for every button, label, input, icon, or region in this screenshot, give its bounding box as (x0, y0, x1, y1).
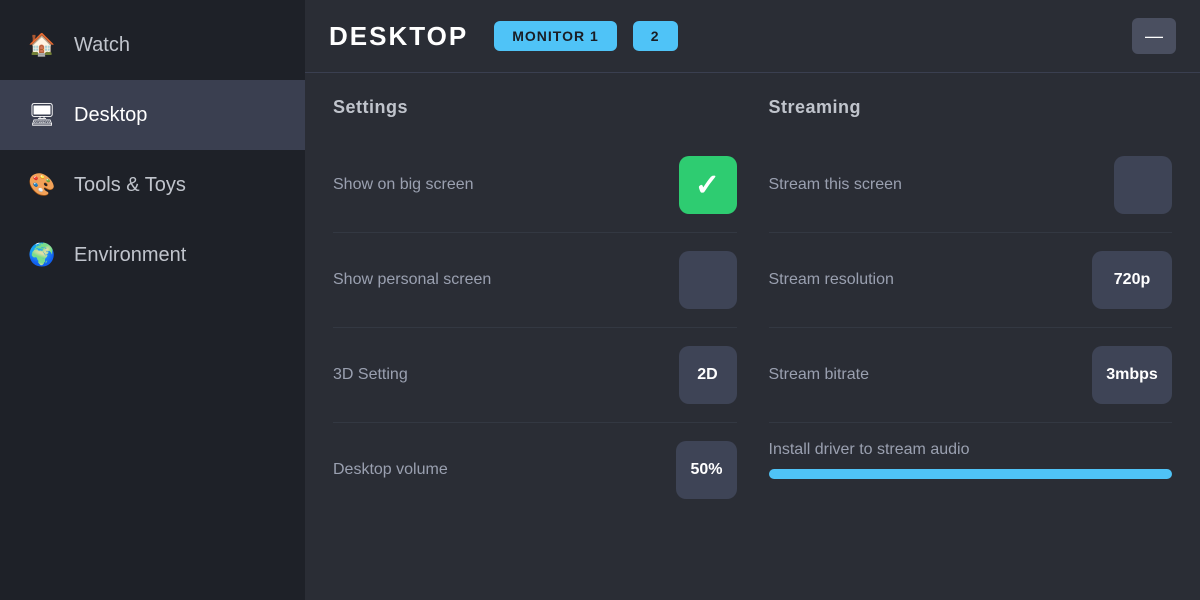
globe-icon: 🌍 (28, 242, 56, 268)
show-big-screen-checkbox[interactable]: ✓ (679, 156, 737, 214)
checkmark-icon: ✓ (695, 168, 720, 203)
sidebar-label-tools: Tools & Toys (74, 174, 186, 197)
stream-resolution-row: Stream resolution 720p (769, 233, 1173, 328)
show-personal-screen-checkbox[interactable] (679, 251, 737, 309)
stream-bitrate-value[interactable]: 3mbps (1092, 346, 1172, 404)
stream-this-screen-row: Stream this screen (769, 138, 1173, 233)
sidebar-label-desktop: Desktop (74, 104, 147, 127)
3d-setting-row: 3D Setting 2D (333, 328, 737, 423)
page-title: DESKTOP (329, 21, 468, 52)
sidebar: 🏠 Watch 🖥 Desktop 🎨 Tools & Toys 🌍 Envir… (0, 0, 305, 600)
desktop-icon: 🖥 (28, 102, 56, 128)
header: DESKTOP MONITOR 1 2 — (305, 0, 1200, 73)
settings-title: Settings (333, 97, 737, 118)
home-icon: 🏠 (28, 32, 56, 58)
minimize-button[interactable]: — (1132, 18, 1176, 54)
stream-resolution-label: Stream resolution (769, 271, 894, 289)
monitor2-button[interactable]: 2 (633, 21, 678, 51)
content-area: Settings Show on big screen ✓ Show perso… (305, 73, 1200, 600)
show-personal-screen-label: Show personal screen (333, 271, 491, 289)
sidebar-item-watch[interactable]: 🏠 Watch (0, 10, 305, 80)
desktop-volume-label: Desktop volume (333, 461, 448, 479)
show-personal-screen-row: Show personal screen (333, 233, 737, 328)
install-driver-bar[interactable] (769, 469, 1173, 479)
sidebar-item-tools[interactable]: 🎨 Tools & Toys (0, 150, 305, 220)
sidebar-item-environment[interactable]: 🌍 Environment (0, 220, 305, 290)
monitor1-button[interactable]: MONITOR 1 (494, 21, 617, 51)
stream-this-screen-label: Stream this screen (769, 176, 902, 194)
sidebar-item-desktop[interactable]: 🖥 Desktop (0, 80, 305, 150)
3d-setting-value[interactable]: 2D (679, 346, 737, 404)
show-big-screen-row: Show on big screen ✓ (333, 138, 737, 233)
stream-bitrate-row: Stream bitrate 3mbps (769, 328, 1173, 423)
streaming-title: Streaming (769, 97, 1173, 118)
stream-this-screen-checkbox[interactable] (1114, 156, 1172, 214)
install-driver-row: Install driver to stream audio (769, 423, 1173, 489)
main-content: DESKTOP MONITOR 1 2 — Settings Show on b… (305, 0, 1200, 600)
settings-panel: Settings Show on big screen ✓ Show perso… (333, 97, 737, 576)
sidebar-label-environment: Environment (74, 244, 186, 267)
palette-icon: 🎨 (28, 172, 56, 198)
stream-resolution-value[interactable]: 720p (1092, 251, 1172, 309)
3d-setting-label: 3D Setting (333, 366, 408, 384)
install-driver-label: Install driver to stream audio (769, 441, 1173, 459)
show-big-screen-label: Show on big screen (333, 176, 474, 194)
stream-bitrate-label: Stream bitrate (769, 366, 869, 384)
sidebar-label-watch: Watch (74, 34, 130, 57)
desktop-volume-value[interactable]: 50% (676, 441, 736, 499)
desktop-volume-row: Desktop volume 50% (333, 423, 737, 517)
streaming-panel: Streaming Stream this screen Stream reso… (737, 97, 1173, 576)
